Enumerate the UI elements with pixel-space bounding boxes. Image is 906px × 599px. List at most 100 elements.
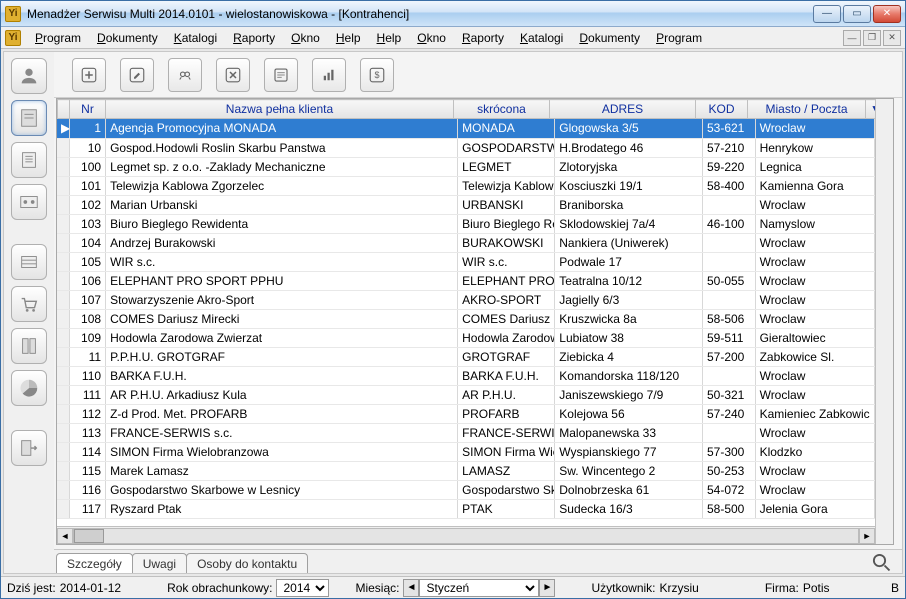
cell-short: AKRO-SPORT — [458, 290, 555, 309]
cell-nr: 116 — [69, 480, 105, 499]
mdi-restore-button[interactable]: ❐ — [863, 30, 881, 46]
close-button[interactable]: ✕ — [873, 5, 901, 23]
table-row[interactable]: 114SIMON Firma WielobranzowaSIMON Firma … — [57, 442, 875, 461]
menu-dokumenty[interactable]: Dokumenty — [89, 29, 166, 47]
col-header-5[interactable]: Miasto / Poczta — [748, 100, 866, 119]
table-row[interactable]: 117Ryszard PtakPTAKSudecka 16/358-500Jel… — [57, 499, 875, 518]
chart-button[interactable] — [312, 58, 346, 92]
mdi-minimize-button[interactable]: — — [843, 30, 861, 46]
cell-nr: 113 — [69, 423, 105, 442]
table-row[interactable]: 113FRANCE-SERWIS s.c.FRANCE-SERWIS sMalo… — [57, 423, 875, 442]
cell-addr: Zlotoryjska — [555, 157, 703, 176]
table-row[interactable]: 108COMES Dariusz MireckiCOMES Dariusz Mi… — [57, 309, 875, 328]
cell-addr: Wyspianskiego 77 — [555, 442, 703, 461]
details-button[interactable] — [264, 58, 298, 92]
fiscal-year-select[interactable]: 2014 — [276, 579, 329, 597]
month-prev-button[interactable]: ◄ — [403, 579, 419, 597]
cell-kod — [702, 252, 755, 271]
menu-help[interactable]: Help — [328, 29, 369, 47]
table-row[interactable]: ▶1Agencja Promocyjna MONADAMONADAGlogows… — [57, 119, 875, 138]
tab-szczegóły[interactable]: Szczegóły — [56, 553, 133, 573]
stock-icon[interactable] — [11, 244, 47, 280]
menu-dokumenty[interactable]: Dokumenty — [571, 29, 648, 47]
table-row[interactable]: 112Z-d Prod. Met. PROFARBPROFARBKolejowa… — [57, 404, 875, 423]
tab-uwagi[interactable]: Uwagi — [132, 553, 187, 573]
menu-okno[interactable]: Okno — [283, 29, 328, 47]
maximize-button[interactable]: ▭ — [843, 5, 871, 23]
add-button[interactable] — [72, 58, 106, 92]
cell-addr: H.Brodatego 46 — [555, 138, 703, 157]
month-select[interactable]: Styczeń — [419, 579, 539, 597]
col-header-4[interactable]: KOD — [696, 100, 748, 119]
app-window: Yi Menadżer Serwisu Multi 2014.0101 - wi… — [0, 0, 906, 599]
menu-katalogi[interactable]: Katalogi — [512, 29, 571, 47]
mdi-app-icon[interactable]: Yi — [5, 30, 21, 46]
col-header-0[interactable]: Nr — [70, 100, 106, 119]
table-row[interactable]: 105WIR s.c.WIR s.c.Podwale 17Wroclaw — [57, 252, 875, 271]
table-row[interactable]: 10Gospod.Hodowli Roslin Skarbu PanstwaGO… — [57, 138, 875, 157]
clients-icon[interactable] — [11, 58, 47, 94]
scroll-track[interactable] — [73, 528, 859, 544]
edit-button[interactable] — [120, 58, 154, 92]
delete-button[interactable] — [216, 58, 250, 92]
scroll-thumb[interactable] — [74, 529, 104, 543]
menu-raporty[interactable]: Raporty — [225, 29, 283, 47]
cell-name: FRANCE-SERWIS s.c. — [106, 423, 458, 442]
col-header-1[interactable]: Nazwa pełna klienta — [106, 100, 454, 119]
table-row[interactable]: 109Hodowla Zarodowa ZwierzatHodowla Zaro… — [57, 328, 875, 347]
table-row[interactable]: 107Stowarzyszenie Akro-SportAKRO-SPORTJa… — [57, 290, 875, 309]
month-label: Miesiąc: — [355, 581, 399, 595]
table-row[interactable]: 115Marek LamaszLAMASZSw. Wincentego 250-… — [57, 461, 875, 480]
user-value: Krzysiu — [660, 581, 699, 595]
menu-okno[interactable]: Okno — [409, 29, 454, 47]
menu-program[interactable]: Program — [27, 29, 89, 47]
cell-short: URBANSKI — [458, 195, 555, 214]
mdi-close-button[interactable]: ✕ — [883, 30, 901, 46]
docs-icon[interactable] — [11, 142, 47, 178]
cell-kod: 57-210 — [702, 138, 755, 157]
invoicing-icon[interactable] — [11, 100, 47, 136]
data-grid[interactable]: NrNazwa pełna klientaskróconaADRESKODMia… — [56, 98, 894, 545]
exit-icon[interactable] — [11, 430, 47, 466]
find-button[interactable] — [168, 58, 202, 92]
table-row[interactable]: 106ELEPHANT PRO SPORT PPHUELEPHANT PRO S… — [57, 271, 875, 290]
cell-short: Telewizja Kablowa — [458, 176, 555, 195]
table-row[interactable]: 111AR P.H.U. Arkadiusz KulaAR P.H.U.Jani… — [57, 385, 875, 404]
menu-help[interactable]: Help — [369, 29, 410, 47]
table-row[interactable]: 103Biuro Bieglego RewidentaBiuro Biegleg… — [57, 214, 875, 233]
menu-katalogi[interactable]: Katalogi — [166, 29, 225, 47]
month-next-button[interactable]: ► — [539, 579, 555, 597]
table-row[interactable]: 101Telewizja Kablowa ZgorzelecTelewizja … — [57, 176, 875, 195]
menu-raporty[interactable]: Raporty — [454, 29, 512, 47]
search-icon[interactable] — [872, 553, 892, 573]
table-row[interactable]: 110BARKA F.U.H.BARKA F.U.H.Komandorska 1… — [57, 366, 875, 385]
cell-name: COMES Dariusz Mirecki — [106, 309, 458, 328]
table-row[interactable]: 102Marian UrbanskiURBANSKIBraniborskaWro… — [57, 195, 875, 214]
minimize-button[interactable]: — — [813, 5, 841, 23]
cell-short: Biuro Bieglego Rev — [458, 214, 555, 233]
vertical-scrollbar[interactable] — [875, 99, 893, 544]
row-marker — [57, 195, 69, 214]
archive-icon[interactable] — [11, 328, 47, 364]
cell-nr: 112 — [69, 404, 105, 423]
cell-kod: 57-300 — [702, 442, 755, 461]
titlebar[interactable]: Yi Menadżer Serwisu Multi 2014.0101 - wi… — [1, 1, 905, 27]
money-button[interactable]: $ — [360, 58, 394, 92]
horizontal-scrollbar[interactable]: ◄ ► — [57, 526, 875, 544]
menu-program[interactable]: Program — [648, 29, 710, 47]
table-row[interactable]: 100Legmet sp. z o.o. -Zaklady Mechaniczn… — [57, 157, 875, 176]
tab-osoby-do-kontaktu[interactable]: Osoby do kontaktu — [186, 553, 308, 573]
svg-text:$: $ — [374, 70, 379, 80]
table-row[interactable]: 104Andrzej BurakowskiBURAKOWSKINankiera … — [57, 233, 875, 252]
scroll-left-button[interactable]: ◄ — [57, 528, 73, 544]
table-row[interactable]: 116Gospodarstwo Skarbowe w LesnicyGospod… — [57, 480, 875, 499]
col-header-3[interactable]: ADRES — [550, 100, 696, 119]
top-toolbar: $ — [54, 52, 902, 98]
scroll-right-button[interactable]: ► — [859, 528, 875, 544]
table-row[interactable]: 11P.P.H.U. GROTGRAFGROTGRAFZiebicka 457-… — [57, 347, 875, 366]
reports-pie-icon[interactable] — [11, 370, 47, 406]
cart-icon[interactable] — [11, 286, 47, 322]
col-header-2[interactable]: skrócona — [454, 100, 550, 119]
cell-addr: Kruszwicka 8a — [555, 309, 703, 328]
settings-panel-icon[interactable] — [11, 184, 47, 220]
